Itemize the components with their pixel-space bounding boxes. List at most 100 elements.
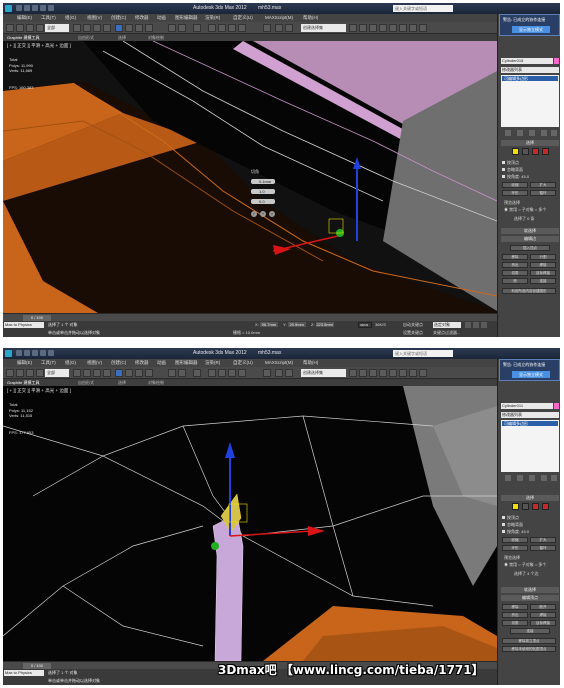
create-shape-button[interactable]: 利用所选内容创建图形 <box>502 288 556 294</box>
snap-toggle-icon[interactable] <box>208 369 216 377</box>
show-standalone-button[interactable]: 显示独立模式 <box>512 371 550 378</box>
object-color-swatch[interactable] <box>554 58 559 64</box>
grow-button[interactable]: 扩大 <box>530 182 556 188</box>
perspective-viewport[interactable]: [ + ][ 正交 ][ 平滑 + 高光 + 边面 ] Total Polys:… <box>3 41 497 313</box>
radio-multi[interactable]: 多个 <box>538 562 546 567</box>
pivot-icon[interactable] <box>168 24 176 32</box>
menu-views[interactable]: 视图(V) <box>87 360 102 366</box>
viewport-label[interactable]: [ + ][ 正交 ][ 平滑 + 高光 + 边面 ] <box>7 43 71 49</box>
show-standalone-button[interactable]: 显示独立模式 <box>512 26 550 33</box>
render-setup-icon[interactable] <box>399 369 407 377</box>
connect-button[interactable]: 连接 <box>530 278 556 284</box>
remove-button[interactable]: 移除 <box>502 254 528 260</box>
menu-customize[interactable]: 自定义(U) <box>233 360 253 366</box>
menu-maxscript[interactable]: MAXScript(M) <box>265 15 293 20</box>
polygon-mode-icon[interactable] <box>542 503 549 510</box>
menu-rendering[interactable]: 渲染(R) <box>205 15 220 21</box>
edit-edges-rollout[interactable]: 编辑边 <box>501 236 559 242</box>
viewport-label[interactable]: [ + ][ 正交 ][ 平滑 + 高光 + 边面 ] <box>7 388 71 394</box>
align-icon[interactable] <box>285 24 293 32</box>
snap-toggle-icon[interactable] <box>208 24 216 32</box>
ring-button[interactable]: 环形 <box>502 545 528 551</box>
border-mode-icon[interactable] <box>532 503 539 510</box>
angle-snap-icon[interactable] <box>218 24 226 32</box>
redo-icon[interactable] <box>48 350 54 356</box>
menu-animation[interactable]: 动画 <box>157 360 166 366</box>
configure-sets-icon[interactable] <box>551 130 557 136</box>
render-production-icon[interactable] <box>419 369 427 377</box>
align-icon[interactable] <box>285 369 293 377</box>
selection-filter-dropdown[interactable]: 全部 <box>45 24 69 32</box>
redo-icon[interactable] <box>48 5 54 11</box>
material-editor-icon[interactable] <box>389 24 397 32</box>
menu-rendering[interactable]: 渲染(R) <box>205 360 220 366</box>
play-icon[interactable] <box>473 322 479 328</box>
schematic-view-icon[interactable] <box>379 24 387 32</box>
grow-button[interactable]: 扩大 <box>530 537 556 543</box>
angle-value[interactable]: 45.0 <box>521 174 529 179</box>
new-file-icon[interactable] <box>16 5 22 11</box>
move-icon[interactable] <box>115 369 123 377</box>
menu-help[interactable]: 帮助(H) <box>303 360 318 366</box>
selection-filter-dropdown[interactable]: 全部 <box>45 369 69 377</box>
redo-tool-icon[interactable] <box>16 369 24 377</box>
shrink-button[interactable]: 收缩 <box>502 537 528 543</box>
edit-named-sets-icon[interactable] <box>263 24 271 32</box>
show-end-result-icon[interactable] <box>517 130 523 136</box>
menu-help[interactable]: 帮助(H) <box>303 15 318 21</box>
menu-create[interactable]: 创建(C) <box>111 360 126 366</box>
split-button[interactable]: 分割 <box>530 254 556 260</box>
key-filters-button[interactable]: 关键点过滤器... <box>433 330 460 336</box>
stack-item-editable-poly[interactable]: 可编辑多边形 <box>502 76 558 81</box>
shrink-button[interactable]: 收缩 <box>502 182 528 188</box>
select-object-icon[interactable] <box>73 24 81 32</box>
ignore-backface-check[interactable]: 忽略背面 <box>502 167 523 173</box>
radio-off[interactable]: 禁用 <box>509 207 517 212</box>
graphite-toggle-icon[interactable] <box>359 369 367 377</box>
layer-manager-icon[interactable] <box>349 369 357 377</box>
vertex-mode-icon[interactable] <box>512 148 519 155</box>
soft-selection-rollout[interactable]: 软选择 <box>501 587 559 593</box>
menu-group[interactable]: 组(G) <box>65 360 76 366</box>
menu-group[interactable]: 组(G) <box>65 15 76 21</box>
remove-button[interactable]: 移除 <box>502 604 528 610</box>
redo-tool-icon[interactable] <box>16 24 24 32</box>
render-frame-icon[interactable] <box>409 369 417 377</box>
unlink-icon[interactable] <box>36 24 44 32</box>
save-file-icon[interactable] <box>32 5 38 11</box>
go-to-start-icon[interactable] <box>465 322 471 328</box>
make-unique-icon[interactable] <box>529 475 535 481</box>
object-name-field[interactable]: Cylinder015 <box>501 58 553 64</box>
chamfer-button[interactable]: 切角 <box>502 620 528 626</box>
move-icon[interactable] <box>115 24 123 32</box>
open-file-icon[interactable] <box>24 350 30 356</box>
coord-z-field[interactable]: 223.5mm <box>315 322 334 327</box>
caddy-cancel-icon[interactable]: × <box>269 211 275 217</box>
pin-stack-icon[interactable] <box>505 130 511 136</box>
maxscript-listener[interactable]: Max to Physics <box>4 322 44 328</box>
chamfer-button[interactable]: 切角 <box>502 270 528 276</box>
loop-button[interactable]: 循环 <box>530 190 556 196</box>
spinner-snap-icon[interactable] <box>238 369 246 377</box>
mirror-icon[interactable] <box>275 369 283 377</box>
edge-mode-icon[interactable] <box>522 503 529 510</box>
target-weld-button[interactable]: 目标焊接 <box>530 620 556 626</box>
menu-customize[interactable]: 自定义(U) <box>233 15 253 21</box>
modifier-list-dropdown[interactable]: 修改器列表 <box>501 412 559 418</box>
select-by-name-icon[interactable] <box>83 369 91 377</box>
preview-radios[interactable]: ◉ 禁用 ○ 子对象 ○ 多个 <box>504 562 546 568</box>
edit-named-sets-icon[interactable] <box>263 369 271 377</box>
search-input[interactable]: 键入关键字或短语 <box>393 350 453 357</box>
radio-off[interactable]: 禁用 <box>509 562 517 567</box>
scale-icon[interactable] <box>135 24 143 32</box>
show-end-result-icon[interactable] <box>517 475 523 481</box>
time-slider[interactable]: 0 / 100 <box>3 313 497 321</box>
percent-snap-icon[interactable] <box>228 369 236 377</box>
menu-maxscript[interactable]: MAXScript(M) <box>265 360 293 365</box>
by-angle-check[interactable]: 按角度: 45.0 <box>502 174 529 180</box>
insert-vertex-button[interactable]: 插入顶点 <box>510 245 550 251</box>
render-frame-icon[interactable] <box>409 24 417 32</box>
window-crossing-icon[interactable] <box>103 24 111 32</box>
search-input[interactable]: 键入关键字或短语 <box>393 5 453 12</box>
pin-stack-icon[interactable] <box>505 475 511 481</box>
